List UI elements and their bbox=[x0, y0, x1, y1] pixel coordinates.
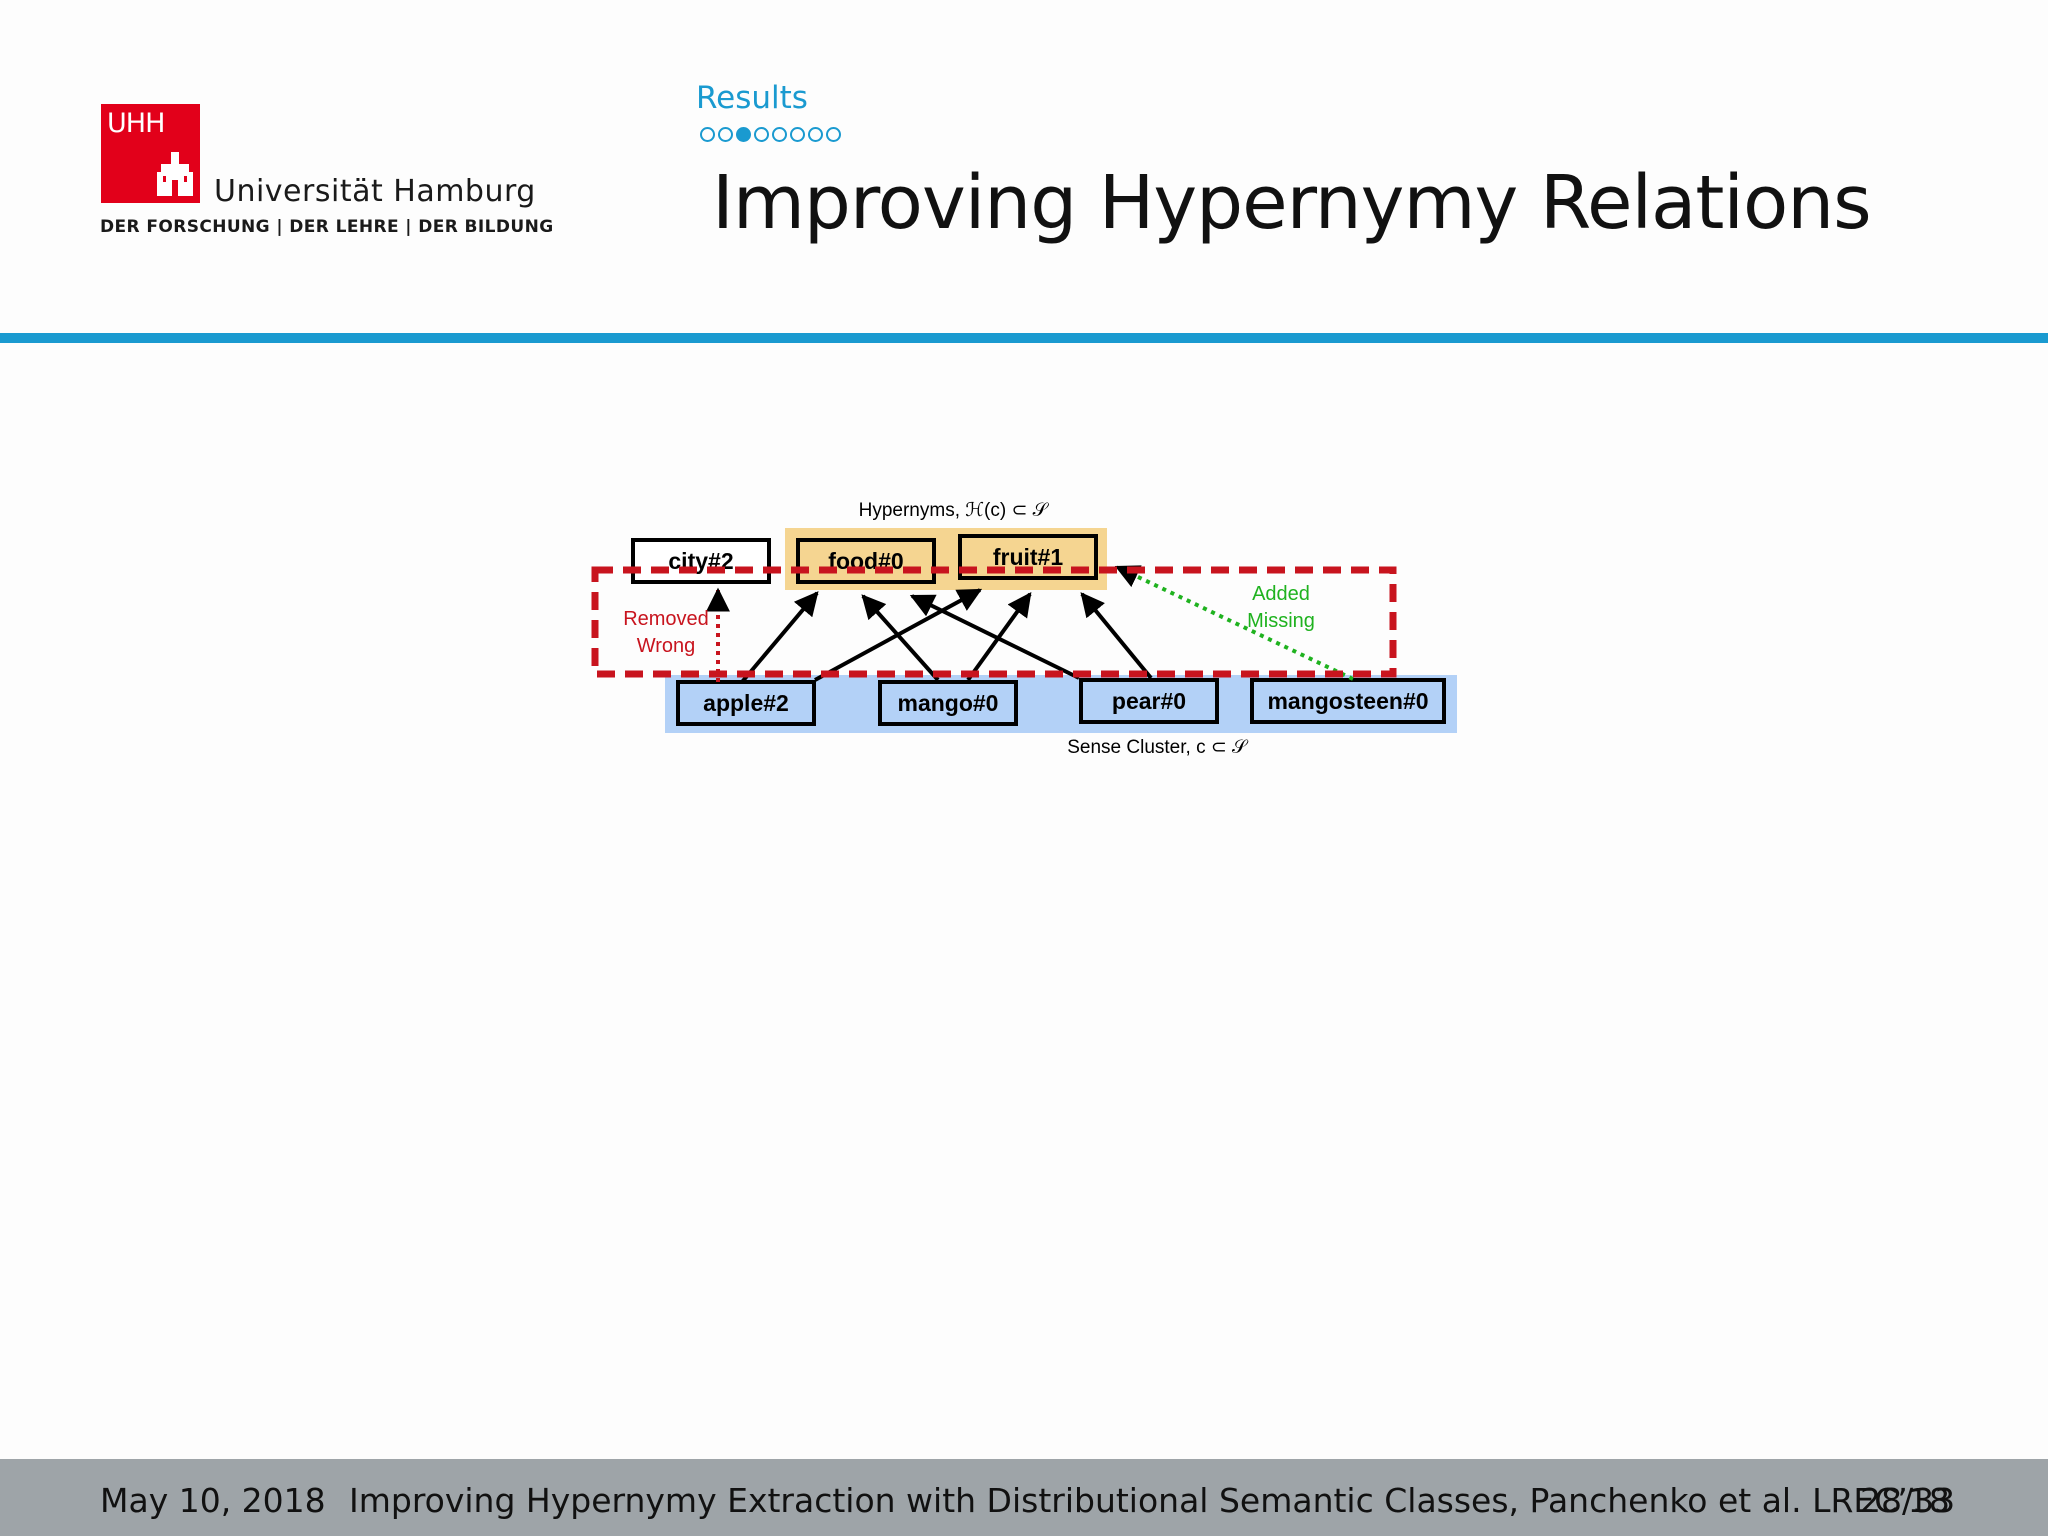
slide-progress[interactable] bbox=[700, 127, 841, 142]
progress-dot[interactable] bbox=[754, 127, 769, 142]
hypernyms-label: Hypernyms, ℋ(c) ⊂ 𝒮 bbox=[859, 500, 1050, 521]
footer-date: May 10, 2018 bbox=[100, 1481, 326, 1520]
hypernymy-figure: Hypernyms, ℋ(c) ⊂ 𝒮 Sense Cluster, c ⊂ 𝒮… bbox=[591, 500, 1457, 758]
svg-text:fruit#1: fruit#1 bbox=[993, 544, 1064, 570]
header-rule bbox=[0, 333, 2048, 343]
progress-dot[interactable] bbox=[790, 127, 805, 142]
added-label-line1: Added bbox=[1252, 583, 1310, 605]
university-tagline: DER FORSCHUNG | DER LEHRE | DER BILDUNG bbox=[100, 217, 554, 237]
node-city: city#2 bbox=[631, 538, 771, 584]
hamburg-tower-icon bbox=[157, 152, 193, 196]
removed-label-line1: Removed bbox=[623, 608, 709, 630]
svg-text:pear#0: pear#0 bbox=[1112, 688, 1186, 714]
added-edge bbox=[1114, 565, 1354, 681]
cluster-label: Sense Cluster, c ⊂ 𝒮 bbox=[1067, 737, 1249, 758]
edge-mango-food bbox=[861, 594, 940, 682]
progress-dot[interactable] bbox=[736, 127, 751, 142]
slide-title: Improving Hypernymy Relations bbox=[712, 160, 1872, 246]
edge-apple-food bbox=[740, 591, 819, 684]
progress-dot[interactable] bbox=[808, 127, 823, 142]
footer-page-number: 28/33 bbox=[1860, 1481, 1956, 1520]
section-title[interactable]: Results bbox=[696, 80, 808, 116]
svg-text:mango#0: mango#0 bbox=[898, 690, 999, 716]
footer-talk-title: Improving Hypernymy Extraction with Dist… bbox=[349, 1481, 1950, 1520]
progress-dot[interactable] bbox=[772, 127, 787, 142]
svg-text:mangosteen#0: mangosteen#0 bbox=[1267, 688, 1428, 714]
hypernym-edges bbox=[740, 588, 1153, 684]
edge-pear-food bbox=[909, 594, 1080, 680]
uhh-logo: UHH bbox=[101, 104, 200, 203]
svg-text:apple#2: apple#2 bbox=[703, 690, 789, 716]
logo-mark: UHH bbox=[107, 108, 165, 139]
university-name: Universität Hamburg bbox=[214, 174, 536, 209]
progress-dot[interactable] bbox=[718, 127, 733, 142]
progress-dot[interactable] bbox=[826, 127, 841, 142]
edge-pear-fruit bbox=[1080, 592, 1153, 680]
added-label-line2: Missing bbox=[1247, 610, 1315, 632]
progress-dot[interactable] bbox=[700, 127, 715, 142]
removed-label-line2: Wrong bbox=[637, 635, 696, 657]
